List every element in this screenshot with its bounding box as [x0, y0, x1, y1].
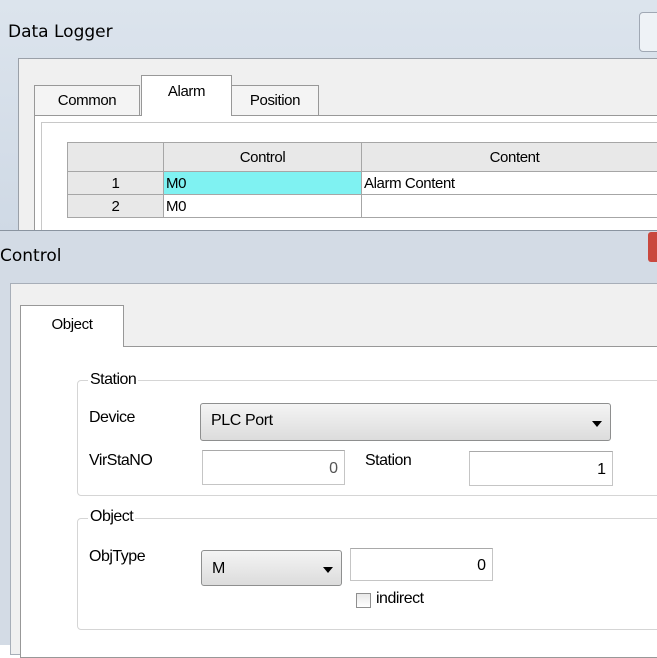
- objtype-select-value: M: [212, 560, 225, 578]
- chevron-down-icon: [592, 421, 602, 427]
- station-input[interactable]: 1: [469, 451, 613, 486]
- tab-common[interactable]: Common: [34, 85, 140, 115]
- content-cell[interactable]: Alarm Content: [362, 172, 657, 195]
- object-group-legend: Object: [88, 508, 135, 526]
- control-cell[interactable]: M0: [164, 172, 362, 195]
- device-select-value: PLC Port: [211, 412, 273, 430]
- table-row: 1 M0 Alarm Content: [68, 172, 657, 195]
- tab-position[interactable]: Position: [231, 85, 319, 115]
- control-dialog-title: Control: [0, 246, 61, 266]
- indirect-checkbox[interactable]: [356, 593, 371, 608]
- device-label: Device: [89, 409, 135, 427]
- content-cell[interactable]: [362, 195, 657, 218]
- objtype-select[interactable]: M: [201, 550, 342, 586]
- indirect-label[interactable]: indirect: [376, 590, 424, 608]
- grid-header-control[interactable]: Control: [164, 143, 362, 172]
- virstano-label: VirStaNO: [89, 452, 152, 470]
- control-cell[interactable]: M0: [164, 195, 362, 218]
- objtype-label: ObjType: [89, 548, 145, 566]
- alarm-grid: Control Content 1 M0 Alarm Content 2 M0: [67, 142, 657, 218]
- device-select[interactable]: PLC Port: [200, 403, 611, 441]
- data-logger-close-button[interactable]: [639, 12, 657, 52]
- row-index-cell[interactable]: 1: [68, 172, 164, 195]
- chevron-down-icon: [323, 567, 333, 573]
- table-row: 2 M0: [68, 195, 657, 218]
- virstano-input[interactable]: 0: [202, 450, 345, 485]
- object-address-input[interactable]: 0: [350, 548, 493, 581]
- row-index-cell[interactable]: 2: [68, 195, 164, 218]
- station-label: Station: [365, 452, 411, 470]
- grid-header-content[interactable]: Content: [362, 143, 657, 172]
- station-group-legend: Station: [88, 371, 138, 389]
- control-dialog-close-button[interactable]: [648, 232, 657, 262]
- tab-object[interactable]: Object: [20, 305, 124, 347]
- data-logger-title: Data Logger: [8, 22, 113, 42]
- grid-corner-header: [68, 143, 164, 172]
- tab-alarm[interactable]: Alarm: [141, 75, 232, 116]
- grid-header-row: Control Content: [68, 143, 657, 172]
